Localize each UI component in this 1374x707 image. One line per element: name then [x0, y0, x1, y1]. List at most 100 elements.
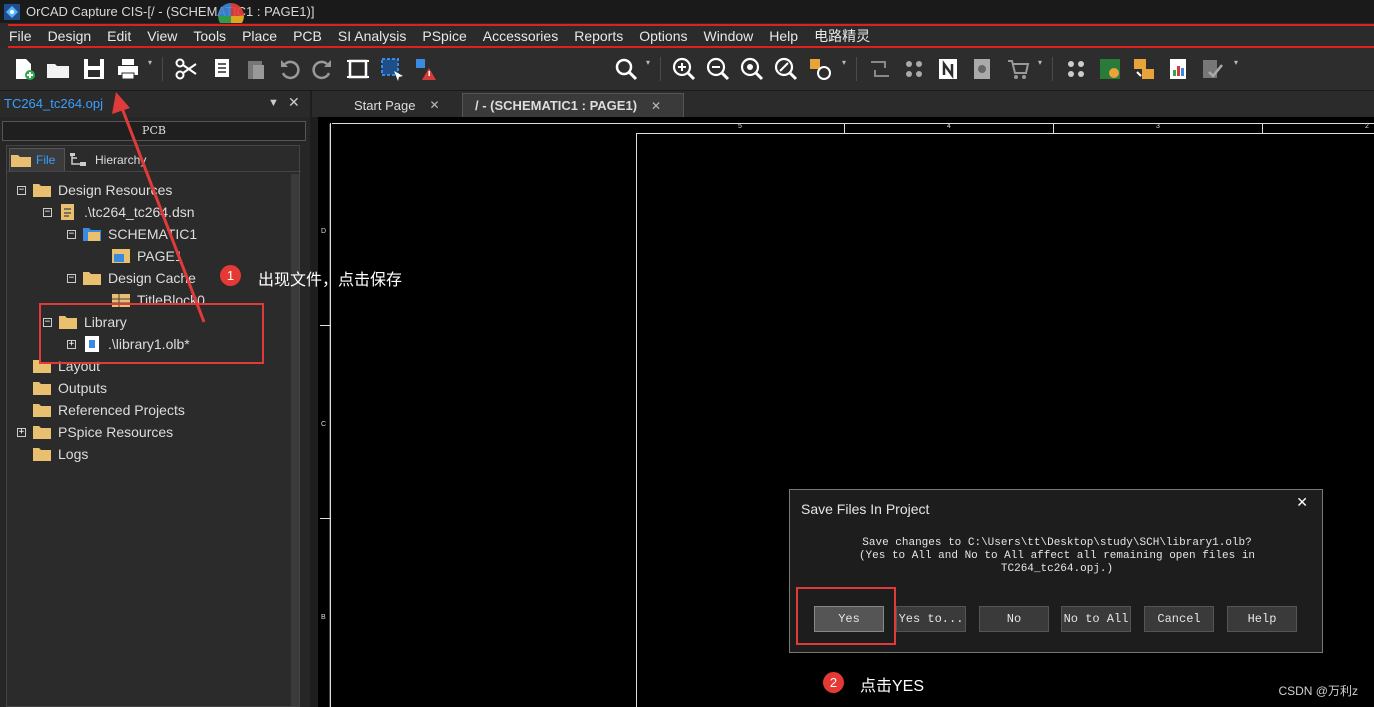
tree-design-resources[interactable]: − Design Resources — [17, 180, 172, 200]
menu-reports[interactable]: Reports — [574, 28, 623, 44]
folder-icon — [33, 404, 51, 417]
top-ruler — [332, 123, 1374, 133]
cut-icon[interactable] — [172, 55, 200, 83]
redo-icon[interactable] — [308, 55, 336, 83]
yes-to-all-button[interactable]: Yes to... — [896, 606, 966, 632]
tab-hierarchy[interactable]: Hierarchy — [69, 148, 159, 171]
undo-icon[interactable] — [276, 55, 304, 83]
menu-help[interactable]: Help — [769, 28, 798, 44]
cancel-button[interactable]: Cancel — [1144, 606, 1214, 632]
collapse-toggle-icon[interactable]: − — [67, 229, 76, 239]
menu-window[interactable]: Window — [703, 28, 753, 44]
menu-file[interactable]: File — [9, 28, 32, 44]
close-tab-icon[interactable]: ✕ — [651, 99, 661, 113]
menu-place[interactable]: Place — [242, 28, 277, 44]
drc-warning-icon[interactable] — [412, 55, 440, 83]
folder-icon — [33, 426, 51, 439]
tree-design-cache[interactable]: − Design Cache — [67, 268, 196, 288]
zoom-in-icon[interactable] — [670, 55, 698, 83]
notes-icon[interactable] — [934, 55, 962, 83]
tree-dsn-file[interactable]: − .\tc264_tc264.dsn — [43, 202, 195, 222]
no-button[interactable]: No — [979, 606, 1049, 632]
copy-icon[interactable] — [208, 55, 236, 83]
panel-close-icon[interactable]: ✕ — [288, 94, 300, 111]
paste-icon[interactable] — [242, 55, 270, 83]
components-icon[interactable] — [1062, 55, 1090, 83]
tree-logs[interactable]: Logs — [17, 444, 88, 464]
collapse-toggle-icon[interactable]: − — [67, 273, 76, 283]
tree-label: PAGE1 — [137, 248, 183, 264]
search-icon[interactable] — [612, 55, 640, 83]
tree-label: .\tc264_tc264.dsn — [84, 204, 195, 220]
menu-tools[interactable]: Tools — [193, 28, 226, 44]
close-tab-icon[interactable]: ✕ — [429, 98, 439, 112]
menu-view[interactable]: View — [147, 28, 177, 44]
bom-icon[interactable] — [968, 55, 996, 83]
ruler-label: 4 — [947, 123, 951, 130]
new-file-icon[interactable] — [10, 55, 38, 83]
dialog-close-icon[interactable]: ✕ — [1296, 494, 1308, 511]
tab-schematic-page[interactable]: / - (SCHEMATIC1 : PAGE1) ✕ — [462, 93, 684, 117]
fit-area-icon[interactable] — [344, 55, 372, 83]
toolbar-separator — [660, 57, 661, 81]
menu-si-analysis[interactable]: SI Analysis — [338, 28, 406, 44]
zoom-dropdown-icon[interactable]: ▾ — [842, 58, 846, 67]
zoom-area-icon[interactable] — [772, 55, 800, 83]
spreadsheet-icon[interactable] — [1164, 55, 1192, 83]
tab-start-page[interactable]: Start Page ✕ — [354, 93, 454, 117]
tree-pspice-resources[interactable]: + PSpice Resources — [17, 422, 173, 442]
toolbar-separator — [1052, 57, 1053, 81]
panel-menu-chevron-icon[interactable]: ▼ — [268, 97, 279, 109]
page-icon — [112, 249, 130, 263]
open-folder-icon[interactable] — [44, 55, 72, 83]
menu-pspice[interactable]: PSpice — [422, 28, 466, 44]
collapse-toggle-icon[interactable]: − — [17, 185, 26, 195]
check-icon[interactable] — [1198, 55, 1226, 83]
tree-outputs[interactable]: Outputs — [17, 378, 107, 398]
menu-accessories[interactable]: Accessories — [483, 28, 558, 44]
help-button[interactable]: Help — [1227, 606, 1297, 632]
project-name[interactable]: TC264_tc264.opj — [4, 96, 103, 111]
menu-options[interactable]: Options — [639, 28, 687, 44]
dialog-message-line: (Yes to All and No to All affect all rem… — [858, 550, 1256, 562]
check-dropdown-icon[interactable]: ▾ — [1234, 58, 1238, 67]
search-dropdown-icon[interactable]: ▾ — [646, 58, 650, 67]
document-tabs: Start Page ✕ / - (SCHEMATIC1 : PAGE1) ✕ — [312, 91, 1374, 117]
sync-icon[interactable] — [1130, 55, 1158, 83]
tree-label: Outputs — [58, 380, 108, 396]
zoom-out-icon[interactable] — [704, 55, 732, 83]
select-area-icon[interactable] — [378, 55, 406, 83]
tab-file-label: File — [36, 153, 56, 167]
folder-icon — [11, 155, 31, 167]
menu-circuit-wizard[interactable]: 电路精灵 — [814, 26, 870, 46]
cart-icon[interactable] — [1004, 55, 1032, 83]
print-dropdown-icon[interactable]: ▾ — [148, 58, 152, 67]
tree-page1[interactable]: PAGE1 — [111, 246, 183, 266]
tree-label: PSpice Resources — [58, 424, 174, 440]
menu-pcb[interactable]: PCB — [293, 28, 322, 44]
side-ruler-label: D — [321, 228, 327, 235]
step-2-text: 点击YES — [860, 678, 925, 695]
hierarchy-icon — [70, 152, 86, 166]
save-icon[interactable] — [80, 55, 108, 83]
zoom-fit-icon[interactable] — [738, 55, 766, 83]
collapse-toggle-icon[interactable]: − — [43, 207, 52, 217]
tree-scrollbar[interactable] — [291, 174, 299, 706]
part-browser-icon[interactable] — [806, 55, 834, 83]
window-title: OrCAD Capture CIS-[/ - (SCHEMATIC1 : PAG… — [26, 4, 315, 19]
tree-referenced-projects[interactable]: Referenced Projects — [17, 400, 185, 420]
netlist-icon[interactable] — [900, 55, 928, 83]
tab-file[interactable]: File — [9, 148, 65, 171]
dsn-file-icon — [61, 204, 74, 220]
menu-edit[interactable]: Edit — [107, 28, 131, 44]
menu-design[interactable]: Design — [48, 28, 92, 44]
pcb-update-icon[interactable] — [1096, 55, 1124, 83]
tree-schematic1[interactable]: − SCHEMATIC1 — [67, 224, 197, 244]
expand-toggle-icon[interactable]: + — [17, 427, 26, 437]
annotate-icon[interactable] — [866, 55, 894, 83]
print-icon[interactable] — [114, 55, 142, 83]
cart-dropdown-icon[interactable]: ▾ — [1038, 58, 1042, 67]
no-to-all-button[interactable]: No to All — [1061, 606, 1131, 632]
sheet-border-left — [330, 123, 331, 707]
project-manager-panel: TC264_tc264.opj ▼ ✕ PCB File Hierarchy −… — [0, 91, 310, 707]
